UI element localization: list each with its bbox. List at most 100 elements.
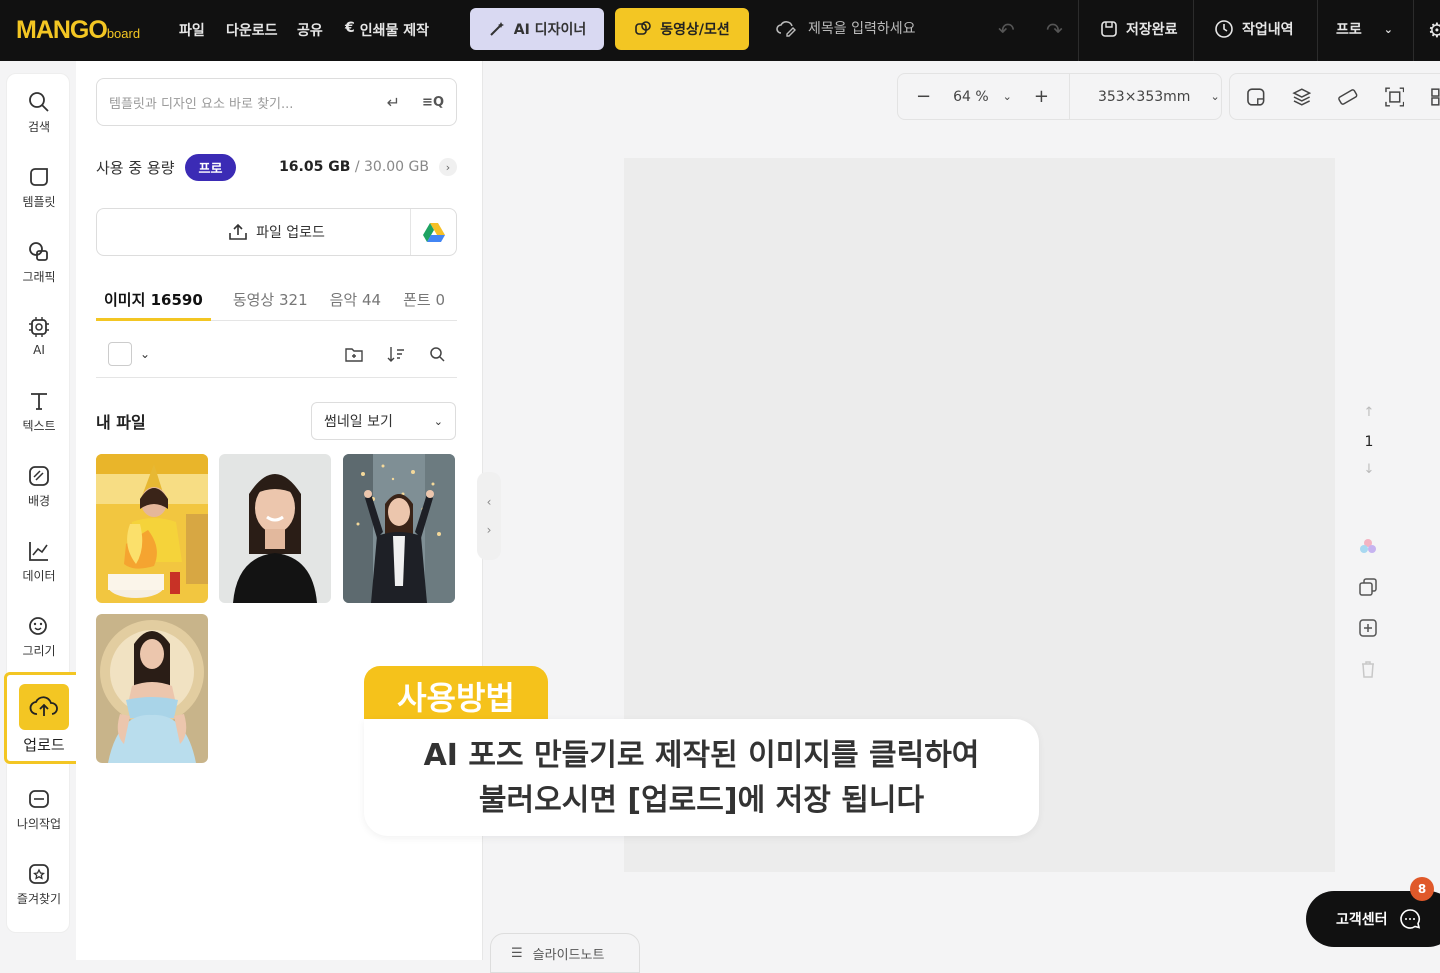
plan-dropdown[interactable]: 프로 ⌄ — [1336, 19, 1393, 39]
tab-music[interactable]: 음악 44 — [330, 283, 381, 321]
callout-line-2: 불러오시면 [업로드]에 저장 됩니다 — [478, 783, 925, 818]
menu-file[interactable]: 파일 — [179, 20, 205, 40]
my-work-icon — [29, 790, 49, 808]
sticker-icon[interactable] — [1246, 87, 1266, 107]
chart-icon — [29, 542, 48, 561]
nav-background[interactable]: 배경 — [7, 454, 71, 518]
chevron-right-icon: › — [486, 523, 492, 537]
plan-badge: 프로 — [184, 153, 237, 181]
google-drive-icon — [422, 223, 445, 242]
file-upload-button[interactable]: 파일 업로드 — [96, 208, 457, 256]
settings-gear-icon[interactable]: ⚙ — [1428, 18, 1440, 42]
zoom-bar: − 64 % ⌄ + 353×353mm ⌄ — [897, 73, 1222, 120]
ai-chip-icon — [29, 317, 49, 337]
nav-favorite[interactable]: 즐겨찾기 — [7, 852, 71, 916]
canvas-size[interactable]: 353×353mm — [1098, 89, 1190, 105]
magic-wand-icon — [490, 22, 504, 36]
filter-search-icon[interactable]: ≡Q — [422, 95, 444, 110]
slide-notes-tab[interactable]: ☰ 슬라이드노트 — [490, 933, 640, 973]
howto-tag: 사용방법 — [364, 666, 548, 726]
chevron-down-icon: ⌄ — [433, 414, 443, 428]
title-input[interactable]: 제목을 입력하세요 — [776, 18, 916, 38]
menu-share[interactable]: 공유 — [297, 20, 323, 40]
chevron-down-icon: ⌄ — [1383, 22, 1393, 36]
layers-icon[interactable] — [1291, 87, 1312, 107]
enter-icon[interactable]: ↵ — [387, 93, 400, 112]
tab-videos[interactable]: 동영상 321 — [233, 283, 308, 321]
panel-collapse-handle[interactable]: ‹ › — [477, 472, 501, 560]
nav-upload[interactable]: 업로드 — [4, 672, 84, 764]
redo-icon[interactable]: ↷ — [1046, 18, 1063, 42]
ruler-icon[interactable] — [1337, 87, 1359, 107]
portrait-photo — [219, 454, 331, 603]
upload-icon-box — [19, 684, 69, 730]
focus-frame-icon[interactable] — [1384, 86, 1405, 107]
zoom-in-icon[interactable]: + — [1034, 86, 1049, 107]
divider — [1078, 0, 1079, 61]
divider — [1068, 73, 1070, 120]
template-icon — [30, 168, 48, 186]
left-nav: 검색 템플릿 그래픽 AI 텍스트 배경 데이터 그리기 나의작업 즐겨찾기 — [6, 73, 70, 933]
menu-print[interactable]: € 인쇄물 제작 — [345, 20, 429, 40]
image-thumbnail-birthday[interactable] — [96, 454, 208, 603]
color-palette-icon[interactable] — [1356, 525, 1380, 566]
ai-designer-button[interactable]: AI 디자이너 — [470, 8, 604, 50]
graphic-icon — [29, 242, 48, 261]
nav-text[interactable]: 텍스트 — [7, 379, 71, 443]
edit-cloud-icon — [776, 21, 796, 37]
undo-icon[interactable]: ↶ — [998, 18, 1015, 42]
nav-graphic[interactable]: 그래픽 — [7, 230, 71, 294]
chevron-left-icon: ‹ — [486, 495, 492, 509]
file-tools: ⌄ — [96, 330, 457, 378]
callout-line-1: AI 포즈 만들기로 제작된 이미지를 클릭하여 — [423, 738, 980, 773]
background-icon — [29, 466, 49, 486]
new-folder-icon[interactable] — [345, 346, 363, 362]
zoom-level[interactable]: 64 % — [953, 89, 989, 105]
chevron-down-icon[interactable]: ⌄ — [1210, 90, 1219, 103]
nav-search[interactable]: 검색 — [7, 80, 71, 144]
nav-ai[interactable]: AI — [7, 305, 71, 369]
view-mode-select[interactable]: 썸네일 보기 ⌄ — [311, 402, 456, 440]
tab-fonts[interactable]: 폰트 0 — [403, 283, 445, 321]
image-thumbnail-princess[interactable] — [96, 614, 208, 763]
nav-template[interactable]: 템플릿 — [7, 155, 71, 219]
grid-icon[interactable] — [1430, 87, 1440, 107]
clock-history-icon — [1215, 20, 1233, 38]
image-thumbnail-portrait[interactable] — [219, 454, 331, 603]
chevron-down-icon[interactable]: ⌄ — [140, 347, 150, 361]
chevron-down-icon[interactable]: ⌄ — [1003, 90, 1012, 103]
search-icon[interactable] — [429, 346, 445, 362]
howto-callout: AI 포즈 만들기로 제작된 이미지를 클릭하여 불러오시면 [업로드]에 저장… — [364, 719, 1039, 836]
sort-icon[interactable] — [387, 346, 405, 362]
add-page-icon[interactable] — [1356, 607, 1380, 648]
search-icon — [29, 92, 49, 112]
trash-icon[interactable] — [1356, 648, 1380, 689]
menu-download[interactable]: 다운로드 — [226, 20, 278, 40]
tab-images[interactable]: 이미지 16590 — [96, 283, 211, 321]
video-motion-button[interactable]: 동영상/모션 — [615, 8, 749, 50]
duplicate-page-icon[interactable] — [1356, 566, 1380, 607]
draw-icon — [29, 617, 47, 635]
mango-logo[interactable]: MANGOboard — [16, 16, 140, 45]
nav-my-work[interactable]: 나의작업 — [7, 777, 71, 841]
usage-amount: 16.05 GB / 30.00 GB — [279, 159, 429, 175]
save-status[interactable]: 저장완료 — [1100, 19, 1178, 39]
my-files-heading: 내 파일 — [96, 413, 146, 432]
nav-draw[interactable]: 그리기 — [7, 604, 71, 668]
select-all-checkbox[interactable] — [108, 341, 132, 366]
upload-cloud-icon — [29, 696, 58, 716]
zoom-out-icon[interactable]: − — [916, 86, 931, 107]
arrow-down-icon[interactable]: ↓ — [1352, 462, 1386, 477]
chat-bubble-icon — [1399, 909, 1420, 929]
divider — [1317, 0, 1318, 61]
chevron-right-icon[interactable]: › — [439, 158, 457, 176]
page-actions — [1356, 525, 1380, 689]
search-input[interactable]: 템플릿과 디자인 요소 바로 찾기... ↵ ≡Q — [96, 78, 457, 126]
google-drive-button[interactable] — [410, 209, 456, 255]
history-button[interactable]: 작업내역 — [1214, 19, 1294, 39]
notification-badge: 8 — [1410, 877, 1434, 901]
image-thumbnail-celebration[interactable] — [343, 454, 455, 603]
arrow-up-icon[interactable]: ↑ — [1352, 405, 1386, 420]
nav-data[interactable]: 데이터 — [7, 529, 71, 593]
celebration-photo — [343, 454, 455, 603]
